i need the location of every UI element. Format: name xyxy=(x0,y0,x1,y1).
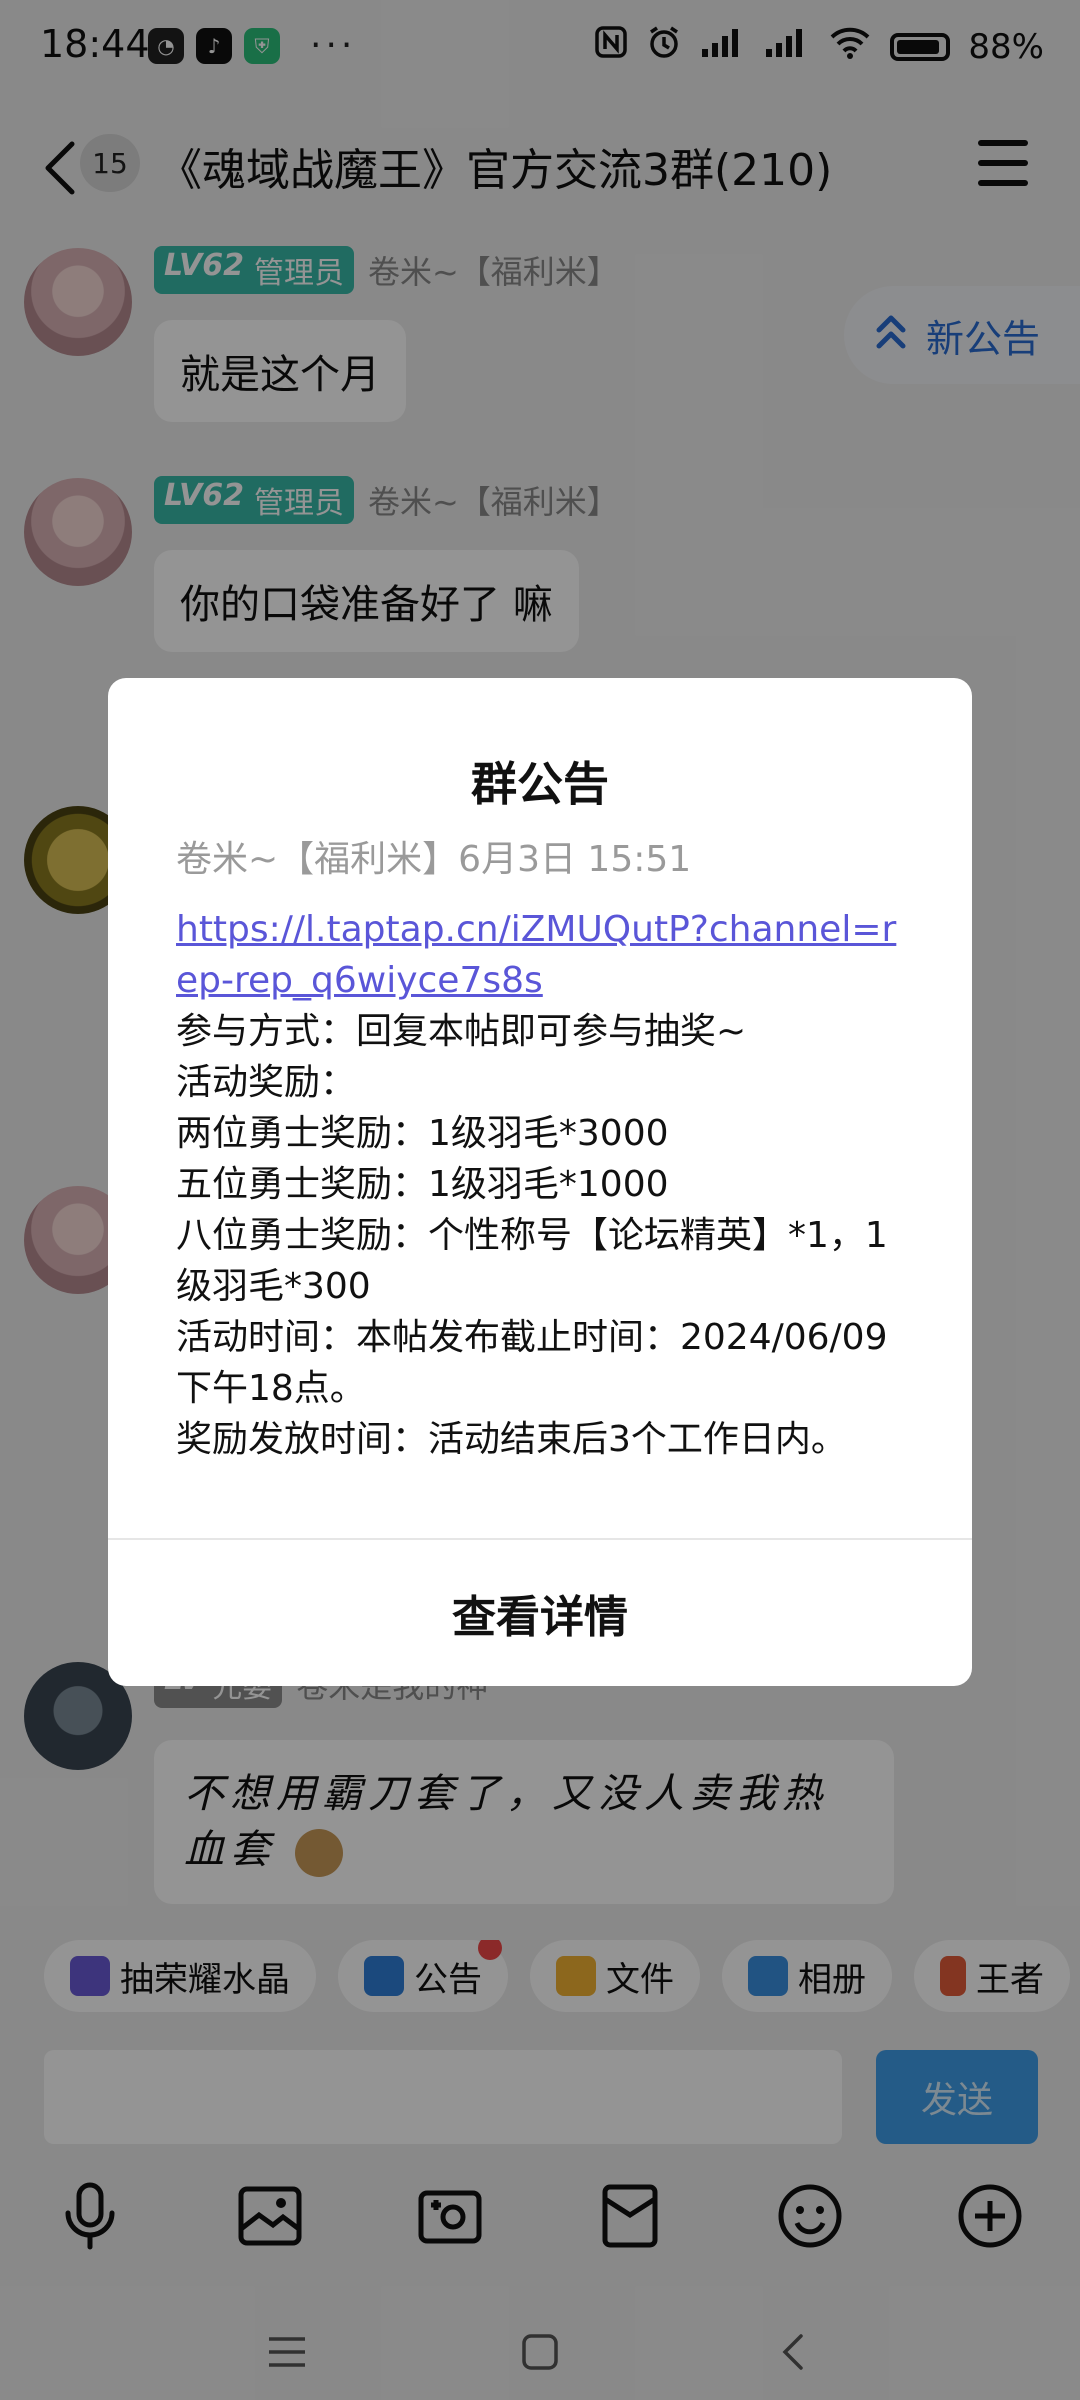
notice-body: https://l.taptap.cn/iZMUQutP?channel=rep… xyxy=(176,904,916,1465)
notice-line: 八位勇士奖励：个性称号【论坛精英】*1，1级羽毛*300 xyxy=(176,1215,888,1307)
notice-line: 两位勇士奖励：1级羽毛*3000 xyxy=(176,1113,669,1154)
notice-line: 五位勇士奖励：1级羽毛*1000 xyxy=(176,1164,669,1205)
notice-meta: 卷米~【福利米】6月3日 15:51 xyxy=(176,839,692,880)
notice-link[interactable]: https://l.taptap.cn/iZMUQutP?channel=rep… xyxy=(176,904,916,1006)
group-notice-modal: 群公告 卷米~【福利米】6月3日 15:51 https://l.taptap.… xyxy=(108,678,972,1686)
notice-line: 参与方式：回复本帖即可参与抽奖~ xyxy=(176,1011,747,1052)
modal-title: 群公告 xyxy=(471,757,609,811)
notice-line: 活动奖励： xyxy=(176,1062,357,1103)
notice-line: 奖励发放时间：活动结束后3个工作日内。 xyxy=(176,1419,847,1460)
notice-line: 活动时间：本帖发布截止时间：2024/06/09下午18点。 xyxy=(176,1317,888,1409)
view-details-button[interactable]: 查看详情 xyxy=(108,1540,972,1686)
